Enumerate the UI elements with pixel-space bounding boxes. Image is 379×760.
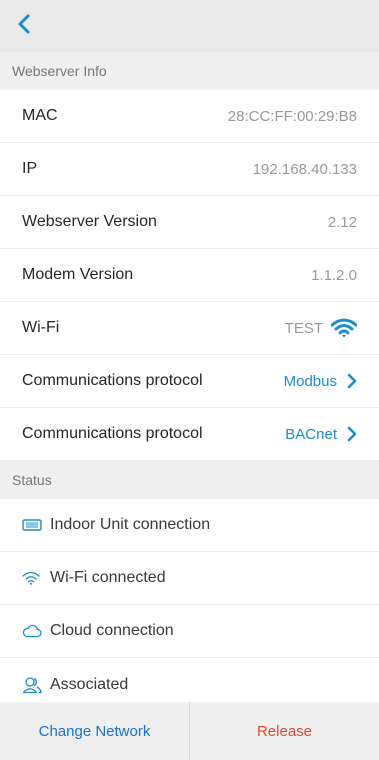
protocol-modbus-label: Communications protocol xyxy=(22,372,203,389)
protocol-modbus-value: Modbus xyxy=(283,372,337,390)
mac-value: 28:CC:FF:00:29:B8 xyxy=(227,107,357,125)
chevron-right-icon xyxy=(347,373,357,389)
mac-label: MAC xyxy=(22,107,58,124)
wifi-row: Wi-Fi TEST xyxy=(0,302,379,355)
wifi-icon xyxy=(22,571,50,585)
protocol-bacnet-value: BACnet xyxy=(285,425,337,443)
status-wifi-label: Wi-Fi connected xyxy=(50,569,166,586)
modem-version-label: Modem Version xyxy=(22,266,134,283)
modem-version-value: 1.1.2.0 xyxy=(311,266,357,284)
protocol-modbus-row[interactable]: Communications protocol Modbus xyxy=(0,355,379,408)
wifi-signal-icon xyxy=(331,318,357,338)
indoor-unit-icon xyxy=(22,519,50,531)
back-button[interactable] xyxy=(4,6,44,46)
protocol-bacnet-value-group: BACnet xyxy=(285,426,357,443)
wifi-label: Wi-Fi xyxy=(22,319,60,336)
chevron-left-icon xyxy=(17,14,31,39)
webserver-info-header: Webserver Info xyxy=(0,52,379,90)
ip-label: IP xyxy=(22,160,38,177)
protocol-modbus-value-group: Modbus xyxy=(284,373,357,390)
status-header: Status xyxy=(0,461,379,499)
cloud-icon xyxy=(22,624,50,638)
bottom-action-bar: Change Network Release xyxy=(0,702,379,760)
protocol-bacnet-label: Communications protocol xyxy=(22,425,203,442)
mac-row: MAC 28:CC:FF:00:29:B8 xyxy=(0,90,379,143)
status-indoor-unit-label: Indoor Unit connection xyxy=(50,516,211,533)
status-indoor-unit: Indoor Unit connection xyxy=(0,499,379,552)
release-button[interactable]: Release xyxy=(190,702,379,760)
status-cloud-label: Cloud connection xyxy=(50,622,174,639)
webserver-version-row: Webserver Version 2.12 xyxy=(0,196,379,249)
ip-value: 192.168.40.133 xyxy=(252,160,357,178)
top-bar xyxy=(0,0,379,52)
users-icon xyxy=(22,676,50,694)
modem-version-row: Modem Version 1.1.2.0 xyxy=(0,249,379,302)
webserver-version-value: 2.12 xyxy=(327,213,357,231)
ip-row: IP 192.168.40.133 xyxy=(0,143,379,196)
status-associated-label: Associated xyxy=(50,675,129,693)
wifi-value-group: TEST xyxy=(285,318,357,338)
protocol-bacnet-row[interactable]: Communications protocol BACnet xyxy=(0,408,379,461)
chevron-right-icon xyxy=(347,426,357,442)
status-cloud: Cloud connection xyxy=(0,605,379,658)
webserver-version-label: Webserver Version xyxy=(22,213,157,230)
wifi-ssid: TEST xyxy=(284,319,323,337)
change-network-button[interactable]: Change Network xyxy=(0,702,190,760)
status-wifi: Wi-Fi connected xyxy=(0,552,379,605)
